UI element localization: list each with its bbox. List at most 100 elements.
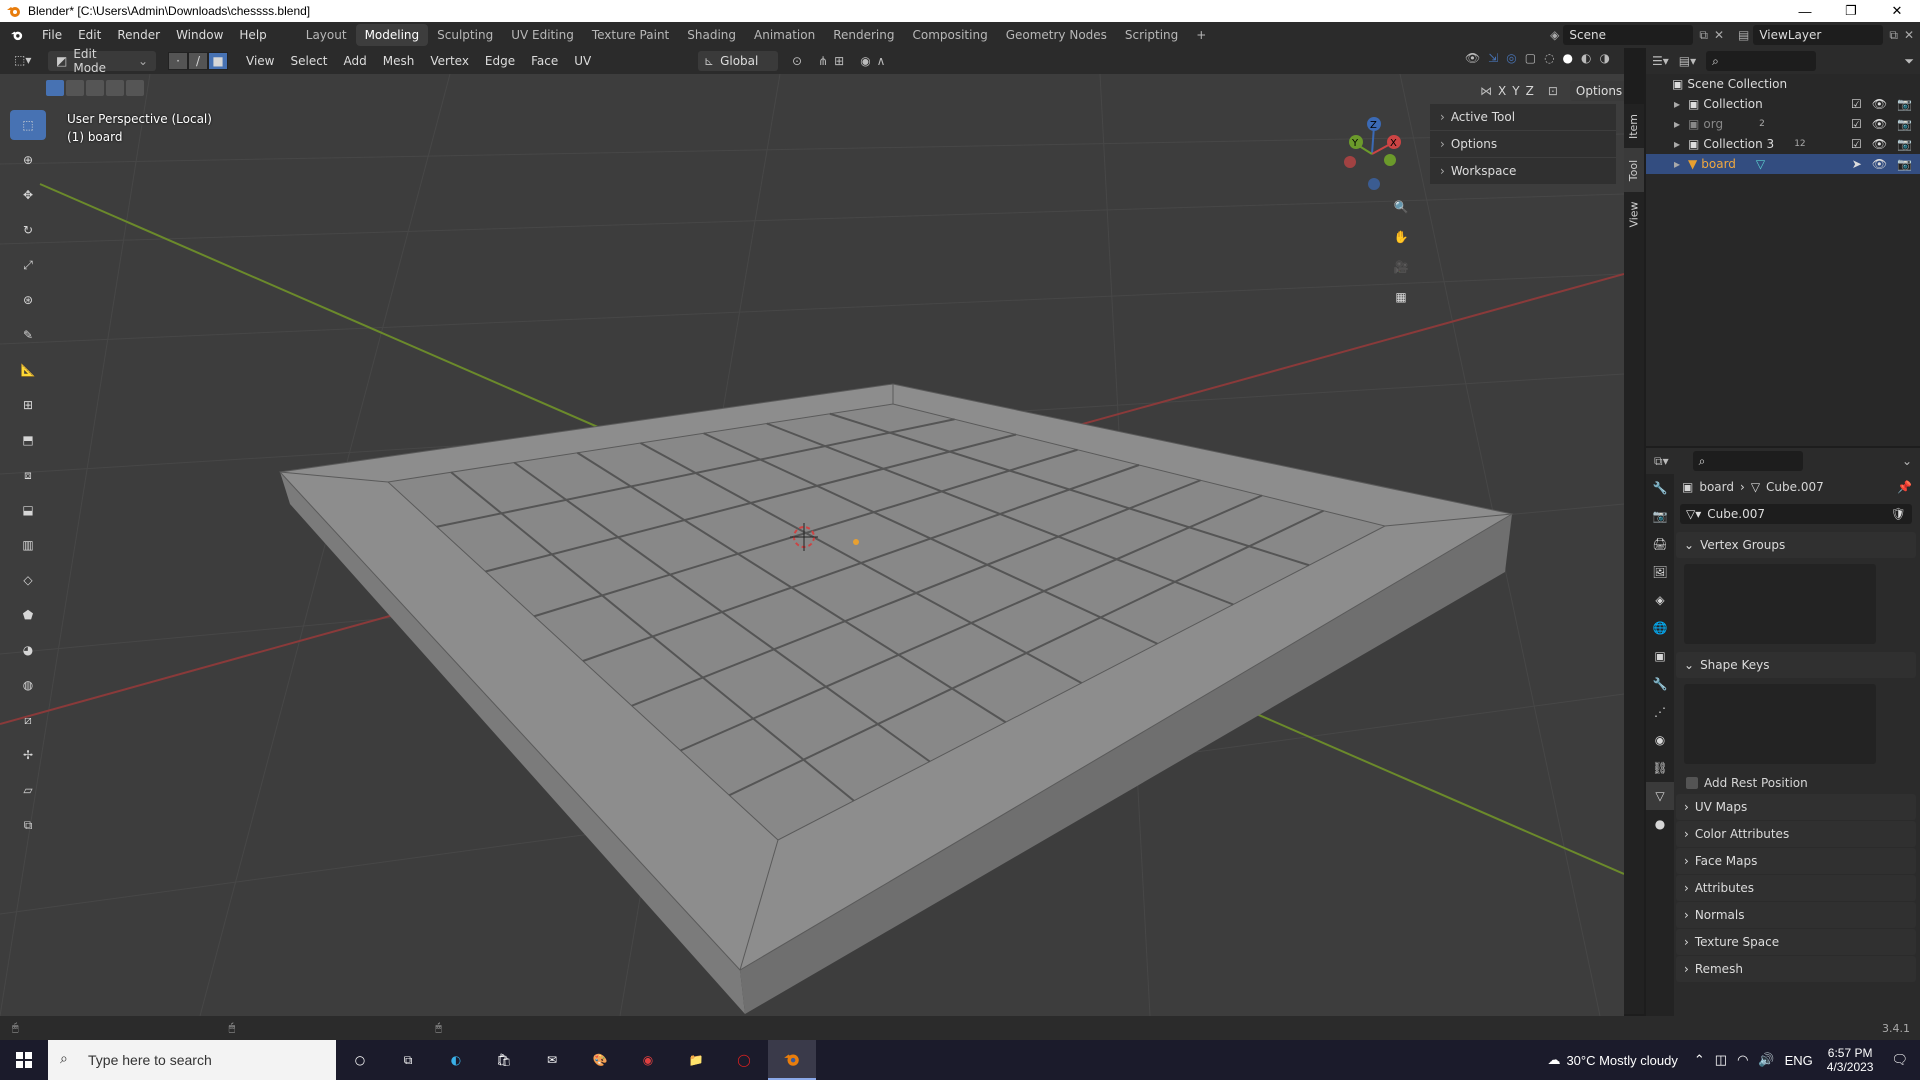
camera-icon[interactable]: 📷 bbox=[1897, 117, 1912, 131]
add-rest-position-checkbox[interactable]: Add Rest Position bbox=[1676, 772, 1916, 794]
weather-label[interactable]: 30°C Mostly cloudy bbox=[1566, 1053, 1677, 1068]
chess-board-mesh[interactable] bbox=[278, 383, 1514, 1014]
expand-arrow-icon[interactable]: ▸ bbox=[1674, 137, 1680, 151]
visibility-icon[interactable]: 👁 bbox=[1465, 51, 1480, 65]
store-icon[interactable]: 🛍 bbox=[480, 1040, 528, 1080]
menu-edit[interactable]: Edit bbox=[70, 28, 109, 42]
menu-face[interactable]: Face bbox=[523, 54, 566, 68]
mirror-icon[interactable]: ⋈ bbox=[1480, 84, 1492, 98]
wifi-icon[interactable]: ◠ bbox=[1737, 1052, 1748, 1068]
vertex-select-icon[interactable]: · bbox=[168, 52, 188, 70]
bevel-tool-icon[interactable]: ⬓ bbox=[10, 495, 46, 525]
select-intersect-icon[interactable] bbox=[126, 80, 144, 96]
taskbar-search-input[interactable]: ⌕ Type here to search bbox=[48, 1040, 336, 1080]
pan-hand-icon[interactable]: ✋ bbox=[1388, 224, 1414, 250]
gizmo-toggle-icon[interactable]: ⇲ bbox=[1488, 51, 1498, 65]
tool-tab-icon[interactable]: 🔧 bbox=[1646, 474, 1674, 502]
3d-viewport[interactable]: User Perspective (Local) (1) board ⋈ X Y… bbox=[0, 74, 1624, 1016]
checkbox-icon[interactable]: ☑ bbox=[1851, 97, 1862, 111]
view-layer-selector[interactable]: ViewLayer bbox=[1753, 25, 1884, 45]
shading-rendered-icon[interactable]: ◑ bbox=[1600, 51, 1610, 65]
outliner-item-collection[interactable]: ▸ ▣ Collection ☑ 👁 📷 bbox=[1646, 94, 1920, 114]
properties-search-input[interactable]: ⌕ bbox=[1692, 451, 1803, 471]
rip-tool-icon[interactable]: ⧉ bbox=[10, 810, 46, 840]
options-section[interactable]: › Options bbox=[1430, 131, 1616, 157]
new-view-layer-icon[interactable]: ⧉ bbox=[1889, 28, 1898, 43]
vertex-groups-panel-header[interactable]: ⌄ Vertex Groups bbox=[1676, 532, 1916, 558]
shape-keys-list[interactable] bbox=[1684, 684, 1876, 764]
navigation-gizmo[interactable]: Z X Y bbox=[1332, 110, 1412, 190]
overlay-toggle-icon[interactable]: ◎ bbox=[1506, 51, 1516, 65]
poly-build-tool-icon[interactable]: ⬟ bbox=[10, 600, 46, 630]
tab-item[interactable]: Item bbox=[1624, 104, 1644, 148]
task-view-icon[interactable]: ⧉ bbox=[384, 1040, 432, 1080]
tab-tool[interactable]: Tool bbox=[1624, 148, 1644, 192]
annotate-tool-icon[interactable]: ✎ bbox=[10, 320, 46, 350]
eye-icon[interactable]: 👁 bbox=[1872, 157, 1887, 171]
color-attributes-panel-header[interactable]: › Color Attributes bbox=[1676, 821, 1916, 847]
pin-icon[interactable]: 📌 bbox=[1897, 480, 1912, 494]
scene-tab-icon[interactable]: ◈ bbox=[1646, 586, 1674, 614]
camera-icon[interactable]: 📷 bbox=[1897, 157, 1912, 171]
mirror-x-toggle[interactable]: X bbox=[1498, 84, 1506, 98]
menu-mesh[interactable]: Mesh bbox=[375, 54, 423, 68]
select-subtract-icon[interactable] bbox=[86, 80, 104, 96]
language-label[interactable]: ENG bbox=[1785, 1053, 1813, 1068]
notifications-icon[interactable]: 🗨 bbox=[1891, 1052, 1908, 1068]
expand-arrow-icon[interactable]: ▸ bbox=[1674, 157, 1680, 171]
mesh-data-tab-icon[interactable]: ▽ bbox=[1646, 782, 1674, 810]
select-invert-icon[interactable] bbox=[106, 80, 124, 96]
extrude-tool-icon[interactable]: ⬒ bbox=[10, 425, 46, 455]
menu-render[interactable]: Render bbox=[109, 28, 168, 42]
measure-tool-icon[interactable]: 📐 bbox=[10, 355, 46, 385]
orthographic-toggle-icon[interactable]: ▦ bbox=[1388, 284, 1414, 310]
volume-icon[interactable]: 🔊 bbox=[1758, 1052, 1774, 1068]
minimize-button[interactable]: — bbox=[1782, 0, 1828, 22]
transform-tool-icon[interactable]: ⊛ bbox=[10, 285, 46, 315]
snap-target-icon[interactable]: ⊞ bbox=[834, 54, 844, 68]
eye-icon[interactable]: 👁 bbox=[1872, 137, 1887, 151]
camera-view-icon[interactable]: 🎥 bbox=[1388, 254, 1414, 280]
select-box-tool-icon[interactable]: ⬚ bbox=[10, 110, 46, 140]
active-tool-section[interactable]: › Active Tool bbox=[1430, 104, 1616, 130]
add-workspace-button[interactable]: + bbox=[1187, 24, 1215, 46]
constraints-tab-icon[interactable]: ⛓ bbox=[1646, 754, 1674, 782]
outliner-item-board[interactable]: ▸ ▼ board ▽ ➤ 👁 📷 bbox=[1646, 154, 1920, 174]
paint-icon[interactable]: 🎨 bbox=[576, 1040, 624, 1080]
rotate-tool-icon[interactable]: ↻ bbox=[10, 215, 46, 245]
falloff-icon[interactable]: ∧ bbox=[877, 54, 886, 68]
knife-tool-icon[interactable]: ◇ bbox=[10, 565, 46, 595]
tab-scripting[interactable]: Scripting bbox=[1116, 24, 1187, 46]
properties-editor-icon[interactable]: ⧉▾ bbox=[1654, 454, 1669, 469]
tab-animation[interactable]: Animation bbox=[745, 24, 824, 46]
maximize-button[interactable]: ❐ bbox=[1828, 0, 1874, 22]
chrome-icon[interactable]: ◉ bbox=[624, 1040, 672, 1080]
zoom-icon[interactable]: 🔍 bbox=[1388, 194, 1414, 220]
expand-arrow-icon[interactable]: ▸ bbox=[1674, 97, 1680, 111]
smooth-tool-icon[interactable]: ◍ bbox=[10, 670, 46, 700]
checkbox-icon[interactable]: ☑ bbox=[1851, 117, 1862, 131]
outliner-item-org[interactable]: ▸ ▣ org 2 ☑ 👁 📷 bbox=[1646, 114, 1920, 134]
mesh-data-icon[interactable]: ▽ bbox=[1756, 157, 1765, 171]
menu-view[interactable]: View bbox=[238, 54, 282, 68]
tab-layout[interactable]: Layout bbox=[297, 24, 356, 46]
blender-taskbar-icon[interactable] bbox=[768, 1040, 816, 1080]
tab-view[interactable]: View bbox=[1624, 192, 1644, 236]
file-explorer-icon[interactable]: 📁 bbox=[672, 1040, 720, 1080]
particles-tab-icon[interactable]: ⋰ bbox=[1646, 698, 1674, 726]
tab-rendering[interactable]: Rendering bbox=[824, 24, 903, 46]
blender-menu-icon[interactable] bbox=[0, 29, 34, 41]
menu-vertex[interactable]: Vertex bbox=[422, 54, 477, 68]
outliner-search-input[interactable]: ⌕ bbox=[1706, 51, 1817, 71]
menu-help[interactable]: Help bbox=[231, 28, 274, 42]
add-cube-tool-icon[interactable]: ⊞ bbox=[10, 390, 46, 420]
world-tab-icon[interactable]: 🌐 bbox=[1646, 614, 1674, 642]
delete-scene-icon[interactable]: ✕ bbox=[1714, 28, 1724, 42]
expand-arrow-icon[interactable]: ▸ bbox=[1674, 117, 1680, 131]
transform-orientation-select[interactable]: ⊾ Global bbox=[698, 51, 778, 71]
workspace-section[interactable]: › Workspace bbox=[1430, 158, 1616, 184]
shape-keys-panel-header[interactable]: ⌄ Shape Keys bbox=[1676, 652, 1916, 678]
cursor-tool-icon[interactable]: ⊕ bbox=[10, 145, 46, 175]
filter-icon[interactable]: ⏷ bbox=[1904, 54, 1914, 69]
tab-geometry-nodes[interactable]: Geometry Nodes bbox=[997, 24, 1116, 46]
